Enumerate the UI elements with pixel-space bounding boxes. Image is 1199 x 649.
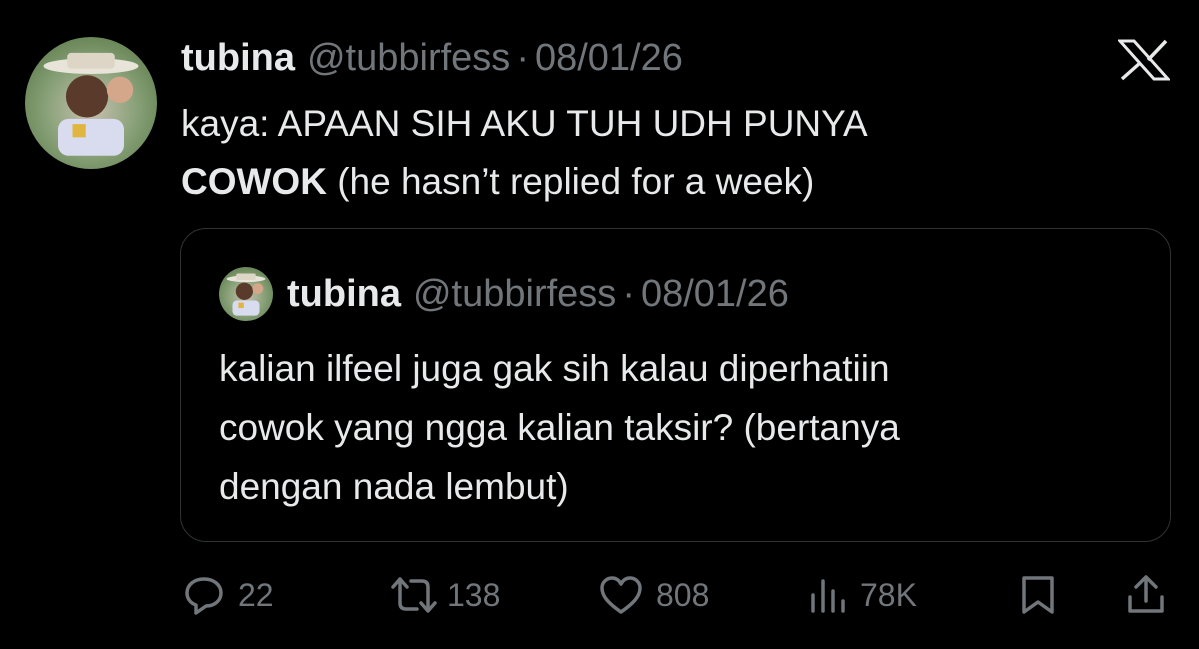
reply-count: 22 [238, 576, 274, 613]
quote-text: kalian ilfeel juga gak sih kalau diperha… [219, 339, 1139, 516]
views-button[interactable]: 78K [808, 565, 917, 625]
tweet-date[interactable]: 08/01/26 [535, 37, 683, 80]
action-bar: 22 138 808 78K [0, 565, 1199, 625]
tweet-text: kaya: APAAN SIH AKU TUH UDH PUNYA COWOK … [181, 95, 1141, 211]
author-avatar[interactable] [25, 37, 157, 169]
like-count: 808 [656, 576, 710, 613]
bookmark-button[interactable] [1018, 565, 1058, 625]
retweet-count: 138 [447, 576, 501, 613]
quote-separator-dot: · [622, 272, 635, 315]
x-logo-icon[interactable] [1116, 39, 1172, 81]
quote-text-line1: kalian ilfeel juga gak sih kalau diperha… [219, 348, 890, 389]
bookmark-icon [1022, 576, 1054, 614]
retweet-icon [391, 577, 437, 613]
like-button[interactable]: 808 [598, 565, 709, 625]
author-name[interactable]: tubina [181, 37, 295, 80]
tweet-text-line2: COWOK (he hasn’t replied for a week) [181, 153, 1141, 211]
like-icon [600, 576, 642, 614]
quoted-tweet[interactable]: tubina @tubbirfess · 08/01/26 kalian ilf… [180, 228, 1171, 542]
views-icon [811, 579, 845, 613]
quote-author-name: tubina [287, 272, 401, 315]
separator-dot: · [516, 36, 529, 79]
tweet-text-rest: (he hasn’t replied for a week) [326, 161, 815, 202]
views-count: 78K [860, 576, 917, 613]
quote-text-line3: dengan nada lembut) [219, 466, 569, 507]
reply-button[interactable]: 22 [182, 565, 274, 625]
quote-author-avatar [219, 267, 273, 321]
quote-author-handle: @tubbirfess [412, 272, 617, 315]
tweet-text-bold: COWOK [181, 161, 327, 202]
tweet-text-line1: kaya: APAAN SIH AKU TUH UDH PUNYA [181, 103, 868, 144]
tweet-header: tubina @tubbirfess · 08/01/26 [181, 34, 683, 82]
reply-icon [185, 577, 223, 615]
author-handle[interactable]: @tubbirfess [307, 37, 510, 80]
share-button[interactable] [1124, 565, 1168, 625]
avatar-image [43, 52, 139, 156]
quote-header: tubina @tubbirfess · 08/01/26 [287, 271, 789, 317]
retweet-button[interactable]: 138 [387, 565, 500, 625]
share-icon [1128, 575, 1164, 613]
quote-text-line2: cowok yang ngga kalian taksir? (bertanya [219, 407, 900, 448]
quote-avatar-image [226, 273, 266, 316]
quote-date: 08/01/26 [640, 272, 789, 315]
